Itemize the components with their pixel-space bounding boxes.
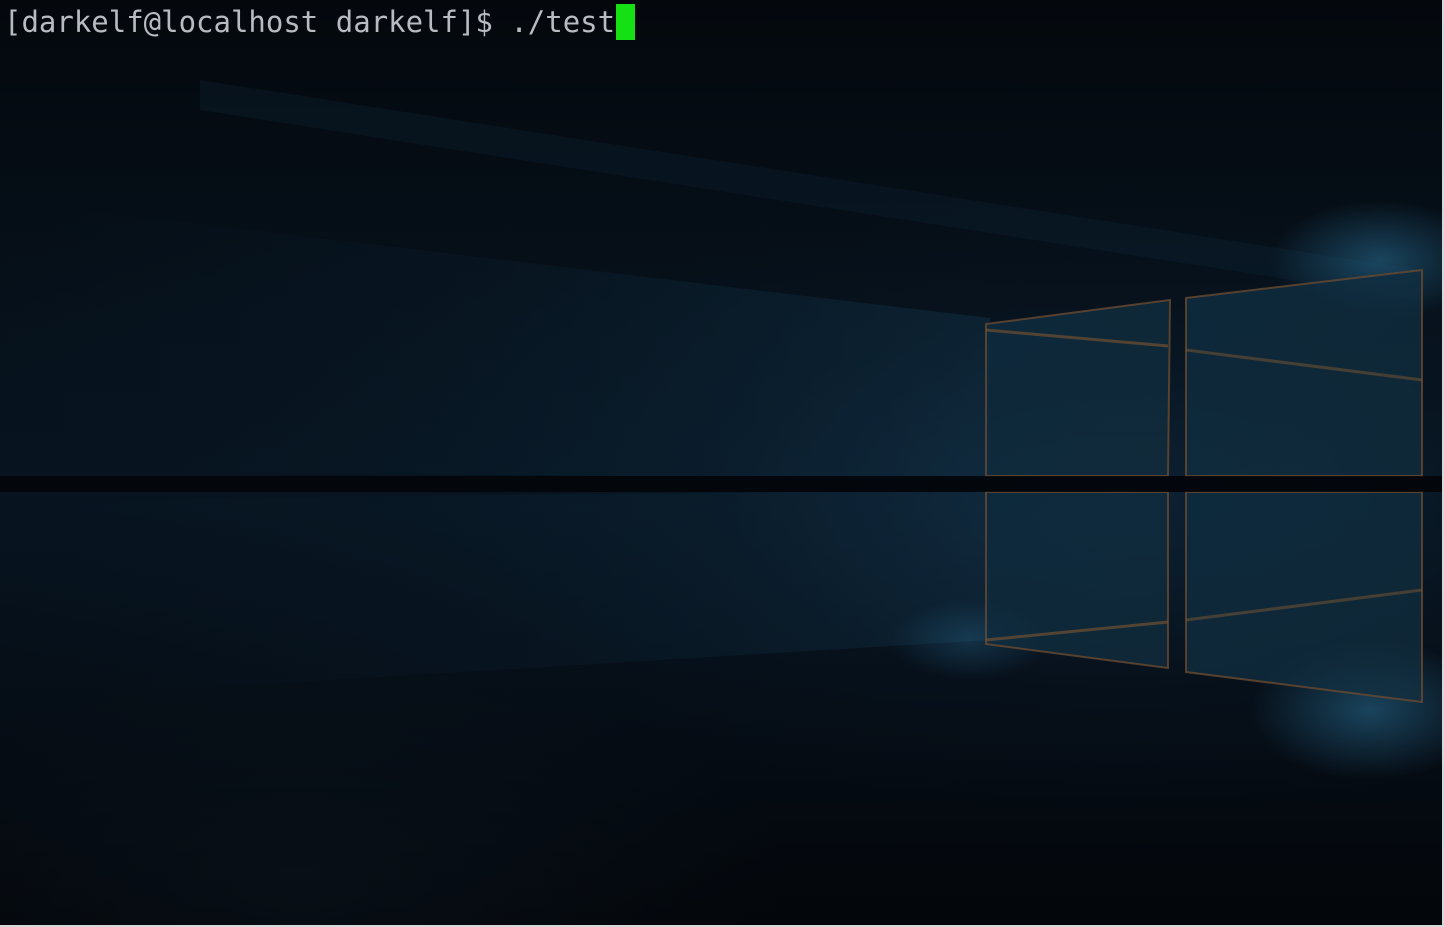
- command-line[interactable]: [darkelf@localhost darkelf]$ ./test: [4, 2, 636, 42]
- text-cursor: [616, 4, 636, 40]
- desktop-wallpaper: [0, 80, 1442, 780]
- shell-prompt: [darkelf@localhost darkelf]$: [4, 5, 511, 39]
- typed-command: ./test: [510, 5, 616, 39]
- terminal-window[interactable]: [darkelf@localhost darkelf]$ ./test: [0, 0, 1444, 927]
